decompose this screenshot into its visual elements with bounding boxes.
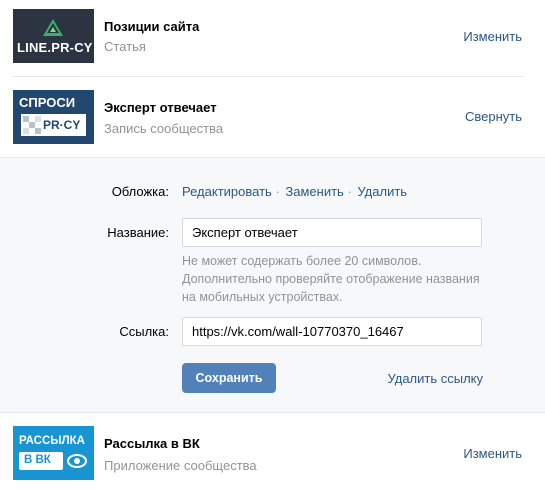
thumbnail-text: В ВК bbox=[24, 454, 51, 466]
save-button[interactable]: Сохранить bbox=[182, 363, 276, 393]
edit-link[interactable]: Изменить bbox=[463, 446, 522, 461]
list-item: РАССЫЛКА В ВК Рассылка в ВК Приложение с… bbox=[0, 414, 545, 494]
item-title[interactable]: Эксперт отвечает bbox=[104, 100, 217, 115]
thumbnail-text: РАССЫЛКА bbox=[19, 435, 85, 447]
list-item: LINE.PR-CY Позиции сайта Статья Изменить bbox=[0, 0, 545, 76]
separator: · bbox=[275, 184, 280, 199]
thumbnail-text: PR·CY bbox=[43, 118, 81, 132]
name-input[interactable] bbox=[182, 218, 482, 247]
item-thumbnail[interactable]: РАССЫЛКА В ВК bbox=[13, 426, 94, 480]
collapse-link[interactable]: Свернуть bbox=[465, 109, 522, 124]
item-title[interactable]: Позиции сайта bbox=[104, 19, 199, 34]
thumbnail-badge: В ВК bbox=[19, 452, 63, 470]
list-item: СПРОСИ PR·CY Эксперт отвечает Запись соо… bbox=[0, 77, 545, 157]
cover-replace-link[interactable]: Заменить bbox=[285, 184, 343, 199]
name-label: Название: bbox=[107, 225, 169, 240]
delete-link-button[interactable]: Удалить ссылку bbox=[387, 371, 483, 386]
pixel-pattern-icon bbox=[23, 116, 41, 134]
mail-loop-icon bbox=[67, 454, 87, 468]
item-thumbnail[interactable]: LINE.PR-CY bbox=[13, 9, 94, 63]
thumbnail-text: СПРОСИ bbox=[19, 95, 76, 110]
item-subtitle: Приложение сообщества bbox=[104, 458, 257, 473]
separator: · bbox=[347, 184, 352, 199]
link-label: Ссылка: bbox=[119, 324, 169, 339]
thumbnail-banner: PR·CY bbox=[21, 114, 86, 136]
link-input[interactable] bbox=[182, 317, 482, 346]
item-thumbnail[interactable]: СПРОСИ PR·CY bbox=[13, 90, 94, 144]
item-subtitle: Статья bbox=[104, 39, 146, 54]
cover-actions: Редактировать · Заменить · Удалить bbox=[182, 184, 407, 199]
edit-link[interactable]: Изменить bbox=[463, 29, 522, 44]
thumbnail-text: LINE.PR-CY bbox=[17, 40, 93, 55]
cover-delete-link[interactable]: Удалить bbox=[357, 184, 407, 199]
item-subtitle: Запись сообщества bbox=[104, 121, 224, 136]
cover-edit-link[interactable]: Редактировать bbox=[182, 184, 272, 199]
item-title[interactable]: Рассылка в ВК bbox=[104, 436, 200, 451]
cover-label: Обложка: bbox=[111, 184, 169, 199]
name-hint: Не может содержать более 20 символов. До… bbox=[182, 254, 480, 304]
